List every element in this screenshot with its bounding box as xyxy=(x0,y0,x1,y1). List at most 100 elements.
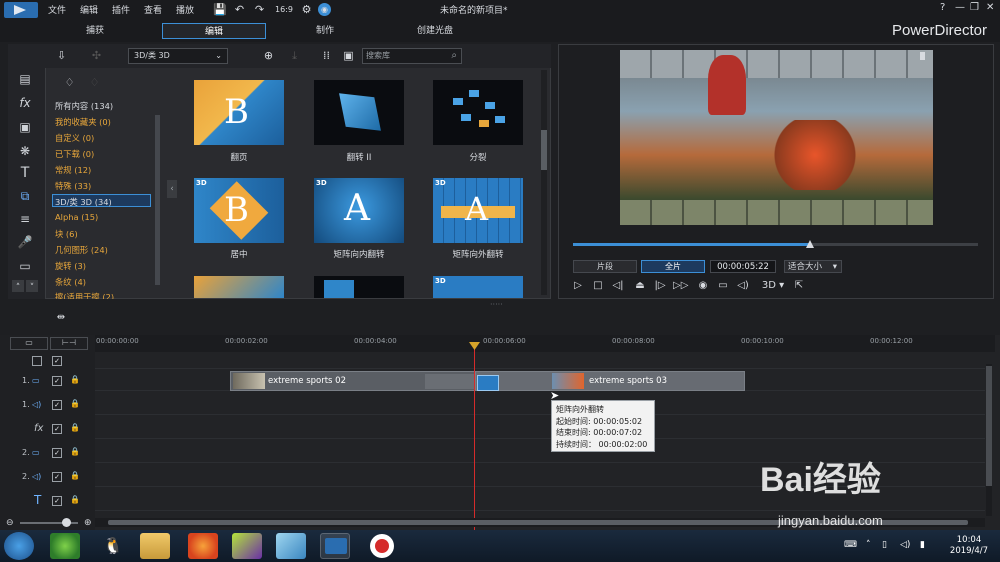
transition-room-icon[interactable]: ⧉ xyxy=(17,188,33,204)
track-lock-icon[interactable]: 🔒 xyxy=(70,495,80,504)
tab-create-disc[interactable]: 创建光盘 xyxy=(395,23,475,39)
taskbar-app-glass[interactable] xyxy=(276,533,306,559)
tab-produce[interactable]: 制作 xyxy=(285,23,365,39)
category-scrollbar[interactable] xyxy=(155,115,160,285)
snapshot-icon[interactable]: ◉ xyxy=(696,279,710,293)
transition-thumb-center[interactable]: B xyxy=(194,178,284,243)
category-item[interactable]: Alpha (15) xyxy=(55,212,98,222)
timeline-vscroll-thumb[interactable] xyxy=(986,366,992,486)
rail-down-icon[interactable]: ˅ xyxy=(26,280,38,293)
video-clip[interactable]: extreme sports 03 xyxy=(475,371,745,391)
track-enable-checkbox[interactable]: ✓ xyxy=(52,424,62,434)
transition-thumb-split[interactable] xyxy=(433,80,523,145)
library-scrollbar[interactable] xyxy=(541,70,547,295)
track-enable-checkbox[interactable]: ✓ xyxy=(52,376,62,386)
category-item[interactable]: 块 (6) xyxy=(55,228,78,240)
particle-room-icon[interactable]: ❋ xyxy=(17,143,33,159)
timeline-vscroll[interactable] xyxy=(986,364,992,516)
audio-mixing-icon[interactable]: ≡ xyxy=(17,211,33,227)
transition-thumb-flip-ii[interactable] xyxy=(314,80,404,145)
zoom-slider-knob[interactable] xyxy=(62,518,71,527)
track-lock-icon[interactable]: 🔒 xyxy=(70,399,80,408)
menu-edit[interactable]: 编辑 xyxy=(80,3,98,16)
track-enable-checkbox[interactable]: ✓ xyxy=(52,448,62,458)
volume-tray-icon[interactable]: ◁) xyxy=(900,540,910,550)
download-icon[interactable]: ⤓ xyxy=(288,49,301,62)
remove-favorite-icon[interactable]: ♢ xyxy=(88,76,101,89)
restore-button[interactable]: ❐ xyxy=(970,2,979,13)
tray-up-icon[interactable]: ˄ xyxy=(866,540,871,550)
add-favorite-icon[interactable]: ♢ xyxy=(63,76,76,89)
transition-thumb-partial[interactable] xyxy=(194,276,284,298)
track-enable-checkbox[interactable]: ✓ xyxy=(52,496,62,506)
import-icon[interactable]: ⇩ xyxy=(55,49,68,62)
track-enable-checkbox[interactable]: ✓ xyxy=(52,472,62,482)
rail-up-icon[interactable]: ˄ xyxy=(12,280,24,293)
transition-thumb-partial[interactable] xyxy=(433,276,523,298)
taskbar-app-360[interactable] xyxy=(50,533,80,559)
category-item[interactable]: 自定义 (0) xyxy=(55,132,94,144)
effects-room-icon[interactable]: fx xyxy=(17,95,33,111)
fit-size-dropdown[interactable]: 适合大小 ▾ xyxy=(784,260,842,273)
tab-capture[interactable]: 捕获 xyxy=(55,23,135,39)
grid-view-icon[interactable]: ⁞⁞ xyxy=(320,49,333,62)
tab-edit[interactable]: 编辑 xyxy=(162,23,266,39)
redo-icon[interactable]: ↷ xyxy=(253,3,266,16)
view-mode-icon[interactable]: ▣ xyxy=(342,49,355,62)
transition-thumb-matrix-out[interactable]: A xyxy=(433,178,523,243)
volume-icon[interactable]: ◁) xyxy=(736,279,750,293)
zoom-in-icon[interactable]: ⊕ xyxy=(84,518,92,528)
transition-thumb-partial[interactable] xyxy=(314,276,404,298)
category-item[interactable]: 特殊 (33) xyxy=(55,180,91,192)
menu-file[interactable]: 文件 xyxy=(48,3,66,16)
gear-icon[interactable]: ⚙ xyxy=(300,3,313,16)
undo-icon[interactable]: ↶ xyxy=(233,3,246,16)
category-dropdown[interactable]: 3D/类 3D ⌄ xyxy=(128,48,228,64)
menu-plugins[interactable]: 插件 xyxy=(112,3,130,16)
enable-all-checkbox[interactable]: ✓ xyxy=(52,356,62,366)
track-lock-icon[interactable]: 🔒 xyxy=(70,471,80,480)
fast-forward-icon[interactable]: ▷▷ xyxy=(673,279,688,293)
preview-timecode[interactable]: 00:00:05:22 xyxy=(710,260,776,273)
prev-frame-icon[interactable]: ◁| xyxy=(611,279,625,293)
transition-thumb-matrix-in[interactable]: A xyxy=(314,178,404,243)
help-button[interactable]: ? xyxy=(940,2,945,13)
track-lock-icon[interactable]: 🔒 xyxy=(70,447,80,456)
category-item[interactable]: 我的收藏夹 (0) xyxy=(55,116,111,128)
stop-icon[interactable]: □ xyxy=(591,279,605,293)
add-to-timeline-icon[interactable]: ⊕ xyxy=(262,49,275,62)
taskbar-clock[interactable]: 10:04 2019/4/7 xyxy=(946,535,992,557)
subtitle-room-icon[interactable]: ▭ xyxy=(17,258,33,274)
track-lock-icon[interactable]: 🔒 xyxy=(70,423,80,432)
media-room-icon[interactable]: ▤ xyxy=(17,71,33,87)
subtitle-icon[interactable]: ▭ xyxy=(716,279,730,293)
3d-mode-toggle[interactable]: 3D ▾ xyxy=(758,279,788,293)
library-scrollbar-thumb[interactable] xyxy=(541,130,547,170)
timeline-fit-icon[interactable]: ⇹ xyxy=(54,311,68,325)
minimize-button[interactable]: — xyxy=(955,2,965,13)
movie-mode-button[interactable]: 全片 xyxy=(641,260,705,273)
menu-playback[interactable]: 播放 xyxy=(176,3,194,16)
preview-scrubber-knob[interactable] xyxy=(806,240,814,248)
category-item[interactable]: 所有内容 (134) xyxy=(55,100,113,112)
voiceover-icon[interactable]: 🎤 xyxy=(17,234,33,250)
category-item[interactable]: 旋转 (3) xyxy=(55,260,86,272)
category-item[interactable]: 条纹 (4) xyxy=(55,276,86,288)
start-button[interactable] xyxy=(4,532,34,560)
account-icon[interactable]: ◉ xyxy=(318,3,331,16)
video-clip[interactable]: extreme sports 02 xyxy=(230,371,475,391)
pip-room-icon[interactable]: ▣ xyxy=(17,119,33,135)
category-item[interactable]: 已下载 (0) xyxy=(55,148,94,160)
undock-icon[interactable]: ⇱ xyxy=(792,279,806,293)
close-button[interactable]: ✕ xyxy=(986,2,994,13)
zoom-out-icon[interactable]: ⊖ xyxy=(6,518,14,528)
network-icon[interactable]: ▮ xyxy=(920,540,925,550)
taskbar-app-media[interactable] xyxy=(232,533,262,559)
track-manager-icon[interactable]: ▭ xyxy=(10,337,48,350)
transition-marker[interactable] xyxy=(477,375,499,391)
play-icon[interactable]: ▷ xyxy=(571,279,585,293)
category-item-selected[interactable]: 3D/类 3D (34) xyxy=(55,196,112,208)
library-search-input[interactable]: 搜索库 ⌕ xyxy=(362,48,462,64)
taskbar-app-qq[interactable]: 🐧 xyxy=(98,533,128,559)
category-item[interactable]: 几何图形 (24) xyxy=(55,244,108,256)
